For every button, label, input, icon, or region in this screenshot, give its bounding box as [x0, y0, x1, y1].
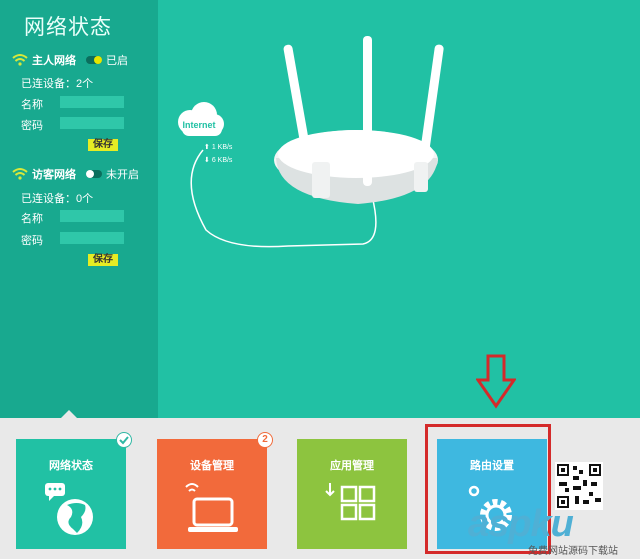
wifi-icon [12, 54, 28, 66]
host-network-title: 主人网络 [32, 55, 76, 67]
download-rate: ⬇ 6 KB/s [204, 157, 233, 164]
upload-rate: ⬆ 1 KB/s [204, 144, 233, 151]
guest-save-button[interactable]: 保存 [88, 254, 118, 266]
apps-grid-icon [325, 483, 376, 521]
tile-label: 应用管理 [330, 460, 374, 472]
host-name-field[interactable] [60, 96, 124, 108]
watermark-caption: 免费网站源码下载站 [528, 546, 618, 557]
host-network-state: 已启 [106, 55, 128, 67]
guest-network-state: 未开启 [106, 169, 139, 181]
host-network-header: 主人网络 已启 [12, 51, 152, 69]
host-connected-count: 已连设备：2个 [21, 78, 94, 90]
globe-icon [45, 483, 93, 535]
guest-network-title: 访客网络 [32, 169, 76, 181]
guest-name-field[interactable] [60, 210, 124, 222]
cloud-label: Internet [182, 120, 216, 130]
notification-badge: 2 [257, 432, 273, 448]
host-password-label: 密码 [21, 120, 43, 132]
download-icon: ⬇ [204, 157, 212, 164]
router-illustration [190, 36, 444, 248]
tile-app-management[interactable]: 应用管理 [297, 439, 407, 549]
guest-connected-count: 已连设备：0个 [21, 193, 94, 205]
tile-label: 设备管理 [190, 460, 234, 472]
host-save-button[interactable]: 保存 [88, 139, 118, 151]
upload-icon: ⬆ [204, 144, 212, 151]
guest-name-label: 名称 [21, 213, 43, 225]
tile-network-status[interactable]: 网络状态 [16, 432, 132, 549]
cloud-icon: Internet [172, 100, 226, 142]
watermark-logo: aspku [468, 503, 574, 545]
host-name-label: 名称 [21, 99, 43, 111]
guest-password-field[interactable] [60, 232, 124, 244]
host-network-toggle[interactable] [86, 56, 102, 64]
topology-area: Internet ⬆ 1 KB/s ⬇ 6 KB/s [158, 0, 640, 418]
panel-title: 网络状态 [24, 16, 112, 39]
guest-network-toggle[interactable] [86, 170, 102, 178]
wifi-icon [12, 168, 28, 180]
tile-device-management[interactable]: 设备管理 2 [157, 432, 273, 549]
active-tab-pointer [60, 410, 78, 419]
check-icon [116, 432, 132, 448]
tile-label: 网络状态 [49, 460, 93, 472]
laptop-icon [185, 483, 238, 532]
guest-password-label: 密码 [21, 235, 43, 247]
network-status-panel: 网络状态 主人网络 已启 已连设备：2个 名称 密码 保存 访客网络 未开启 已… [0, 0, 158, 418]
guest-network-header: 访客网络 未开启 [12, 165, 152, 183]
arrow-down-icon [476, 354, 516, 409]
host-password-field[interactable] [60, 117, 124, 129]
